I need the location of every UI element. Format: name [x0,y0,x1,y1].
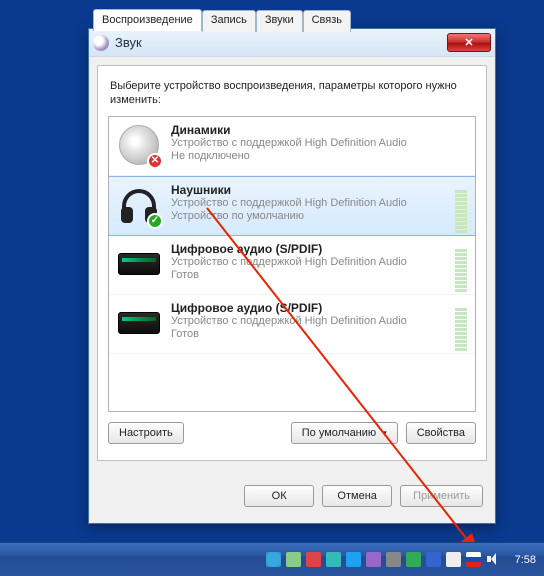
list-buttons-row: Настроить По умолчанию Свойства [108,422,476,444]
device-status: Готов [171,269,407,282]
device-desc: Устройство с поддержкой High Definition … [171,315,407,328]
device-name: Цифровое аудио (S/PDIF) [171,242,407,256]
titlebar[interactable]: Звук ✕ [89,29,495,57]
device-name: Цифровое аудио (S/PDIF) [171,301,407,315]
sound-dialog: Звук ✕ ВоспроизведениеЗаписьЗвукиСвязь В… [88,28,496,524]
tab-3[interactable]: Связь [303,10,351,32]
configure-button[interactable]: Настроить [108,422,184,444]
tab-0[interactable]: Воспроизведение [93,9,202,31]
device-list[interactable]: ✕ДинамикиУстройство с поддержкой High De… [108,116,476,412]
spdif-icon [117,301,161,345]
headphones-icon: ✓ [117,183,161,227]
clock[interactable]: 7:58 [515,554,536,566]
device-status: Не подключено [171,150,407,163]
device-desc: Устройство с поддержкой High Definition … [171,137,407,150]
cancel-button[interactable]: Отмена [322,485,392,507]
tray-cyan-icon[interactable] [326,552,341,567]
apply-button[interactable]: Применить [400,485,483,507]
device-row[interactable]: Цифровое аудио (S/PDIF)Устройство с подд… [109,295,475,354]
tray-green2-icon[interactable] [406,552,421,567]
tray-geen-icon[interactable] [286,552,301,567]
window-title: Звук [115,35,142,50]
tab-strip: ВоспроизведениеЗаписьЗвукиСвязь [93,9,351,31]
instruction-text: Выберите устройство воспроизведения, пар… [110,80,474,108]
properties-button[interactable]: Свойства [406,422,476,444]
device-desc: Устройство с поддержкой High Definition … [171,197,407,210]
set-default-button[interactable]: По умолчанию [291,422,398,444]
tab-1[interactable]: Запись [202,10,256,32]
device-status: Готов [171,328,407,341]
spdif-icon [117,242,161,286]
device-status: Устройство по умолчанию [171,210,407,223]
tray-blue2-icon[interactable] [426,552,441,567]
taskbar[interactable]: 7:58 [0,542,544,576]
tray-twit-icon[interactable] [346,552,361,567]
disconnected-badge-icon: ✕ [147,153,163,169]
device-name: Наушники [171,183,407,197]
device-name: Динамики [171,123,407,137]
ok-button[interactable]: ОК [244,485,314,507]
device-row[interactable]: ✕ ДинамикиУстройство с поддержкой High De… [109,117,475,176]
device-row[interactable]: ✓ НаушникиУстройство с поддержкой High De… [109,176,475,236]
device-row[interactable]: Цифровое аудио (S/PDIF)Устройство с подд… [109,236,475,295]
language-icon[interactable] [466,552,481,567]
sound-icon [93,35,109,51]
level-meter [455,185,467,233]
tab-2[interactable]: Звуки [256,10,303,32]
tray-gray-icon[interactable] [386,552,401,567]
tray-telegram-icon[interactable] [266,552,281,567]
volume-icon[interactable] [486,552,501,567]
default-badge-icon: ✓ [147,213,163,229]
system-tray [266,552,501,567]
level-meter [455,303,467,351]
dialog-buttons: ОК Отмена Применить [89,469,495,523]
close-button[interactable]: ✕ [447,33,491,52]
tray-msg-icon[interactable] [446,552,461,567]
tab-content: Выберите устройство воспроизведения, пар… [97,65,487,461]
speaker-icon: ✕ [117,123,161,167]
level-meter [455,244,467,292]
device-desc: Устройство с поддержкой High Definition … [171,256,407,269]
tray-purple-icon[interactable] [366,552,381,567]
tray-red-icon[interactable] [306,552,321,567]
